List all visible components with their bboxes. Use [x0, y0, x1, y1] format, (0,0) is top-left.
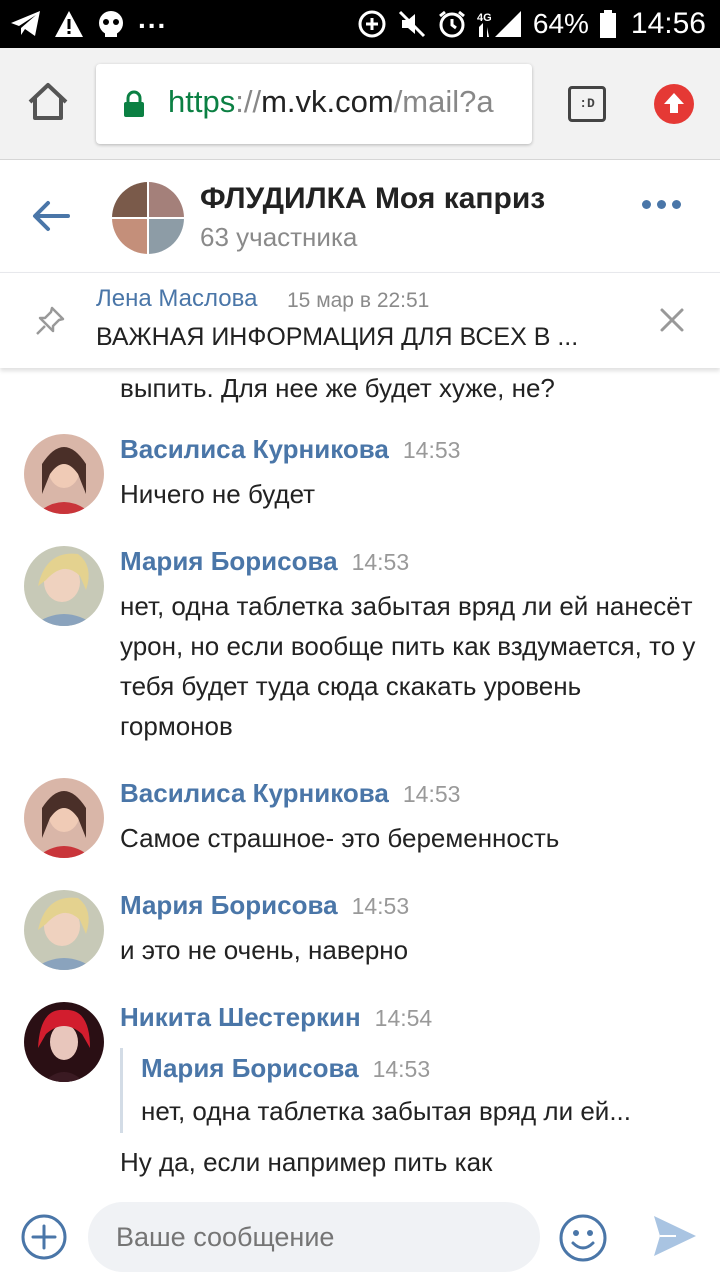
quoted-message[interactable]: Мария Борисова 14:53 нет, одна таблетка з…: [120, 1048, 700, 1133]
group-avatar-photo-4: [149, 219, 184, 254]
message-text: Ничего не будет: [120, 479, 316, 509]
message-time: 14:53: [351, 549, 410, 575]
url-separator: ://: [235, 84, 262, 119]
network-type-label: 4G: [477, 12, 492, 24]
smile-icon[interactable]: [558, 1213, 608, 1263]
status-bar: ... 4G 64% 14:56: [0, 0, 720, 48]
message-text: Ну да, если например пить как: [120, 1147, 493, 1177]
author-name[interactable]: Никита Шестеркин: [120, 1002, 361, 1032]
url-scheme: https: [168, 84, 236, 119]
pinned-date: 15 мар в 22:51: [287, 289, 430, 312]
avatar-photo: [24, 890, 104, 970]
group-avatar-photo-2: [149, 182, 184, 217]
tab-switcher-button[interactable]: :D: [568, 86, 606, 122]
avatar-photo: [24, 546, 104, 626]
avatar-nikita[interactable]: [24, 1002, 104, 1082]
mute-icon: [398, 10, 425, 38]
attach-plus-icon[interactable]: [20, 1213, 68, 1261]
avatar-maria[interactable]: [24, 546, 104, 626]
message-text: Самое страшное- это беременность: [120, 823, 560, 853]
author-name[interactable]: Василиса Курникова: [120, 434, 389, 464]
upload-button[interactable]: [654, 84, 694, 124]
message-composer: [0, 1200, 720, 1280]
clock: 14:56: [630, 7, 706, 40]
url-host: m.vk.com: [261, 84, 394, 119]
mask-icon: [99, 11, 123, 37]
pinned-text: ВАЖНАЯ ИНФОРМАЦИЯ ДЛЯ ВСЕХ В ...: [96, 323, 579, 351]
telegram-icon: [11, 11, 40, 36]
group-avatar-photo-3: [112, 219, 147, 254]
chat-title[interactable]: ФЛУДИЛКА Моя каприз: [200, 182, 620, 216]
quote-author: Мария Борисова 14:53: [141, 1048, 700, 1089]
send-icon[interactable]: [652, 1214, 698, 1258]
battery-icon: [599, 10, 616, 38]
group-avatar[interactable]: [112, 182, 184, 254]
signal-icon: 4G: [477, 11, 521, 37]
author-name[interactable]: Мария Борисова: [120, 890, 338, 920]
author-name[interactable]: Мария Борисова: [120, 546, 338, 576]
lock-icon: [124, 90, 144, 117]
chat-member-count[interactable]: 63 участника: [200, 222, 357, 253]
home-icon[interactable]: [24, 78, 72, 126]
message-author[interactable]: Мария Борисова 14:53: [120, 890, 409, 921]
message-author[interactable]: Василиса Курникова 14:53: [120, 434, 460, 465]
close-icon[interactable]: [658, 306, 686, 334]
message-text: нет, одна таблетка забытая вряд ли ей на…: [120, 591, 696, 741]
message-text-partial: выпить. Для нее же будет хуже, не?: [120, 373, 555, 403]
avatar-vasilisa[interactable]: [24, 778, 104, 858]
message-time: 14:53: [402, 781, 461, 807]
avatar-maria[interactable]: [24, 890, 104, 970]
message-author[interactable]: Никита Шестеркин 14:54: [120, 1002, 432, 1033]
message-input[interactable]: [88, 1202, 540, 1272]
arrow-up-icon: [664, 93, 684, 113]
chat-header: [0, 161, 720, 271]
alarm-icon: [438, 10, 465, 38]
message-list[interactable]: выпить. Для нее же будет хуже, не? Васил…: [0, 368, 720, 1200]
message-text: и это не очень, наверно: [120, 935, 409, 965]
message-author[interactable]: Василиса Курникова 14:53: [120, 778, 460, 809]
pin-icon: [36, 306, 65, 335]
message-author[interactable]: Мария Борисова 14:53: [120, 546, 409, 577]
more-notifications-dots: ...: [138, 3, 168, 34]
battery-percent: 64%: [532, 8, 589, 39]
pinned-message[interactable]: Лена Маслова 15 мар в 22:51 ВАЖНАЯ ИНФОР…: [0, 272, 720, 368]
url-bar[interactable]: https://m.vk.com/mail?a: [96, 64, 532, 144]
avatar-vasilisa[interactable]: [24, 434, 104, 514]
group-avatar-photo-1: [112, 182, 147, 217]
author-name[interactable]: Василиса Курникова: [120, 778, 389, 808]
quote-time: 14:53: [372, 1056, 431, 1082]
data-saver-icon: [358, 10, 386, 38]
avatar-photo: [24, 778, 104, 858]
browser-toolbar: https://m.vk.com/mail?a :D: [0, 48, 720, 160]
message-time: 14:53: [402, 437, 461, 463]
avatar-photo: [24, 1002, 104, 1082]
url-path: /mail?a: [393, 84, 494, 119]
quote-author-name: Мария Борисова: [141, 1053, 359, 1083]
message-time: 14:54: [374, 1005, 433, 1031]
quote-text: нет, одна таблетка забытая вряд ли ей...: [141, 1096, 632, 1126]
avatar-photo: [24, 434, 104, 514]
back-arrow-icon[interactable]: [30, 195, 72, 237]
more-options-icon[interactable]: [642, 200, 681, 209]
warning-icon: [55, 11, 83, 37]
url-text: https://m.vk.com/mail?a: [168, 84, 494, 120]
message-time: 14:53: [351, 893, 410, 919]
pinned-author: Лена Маслова: [96, 285, 258, 312]
